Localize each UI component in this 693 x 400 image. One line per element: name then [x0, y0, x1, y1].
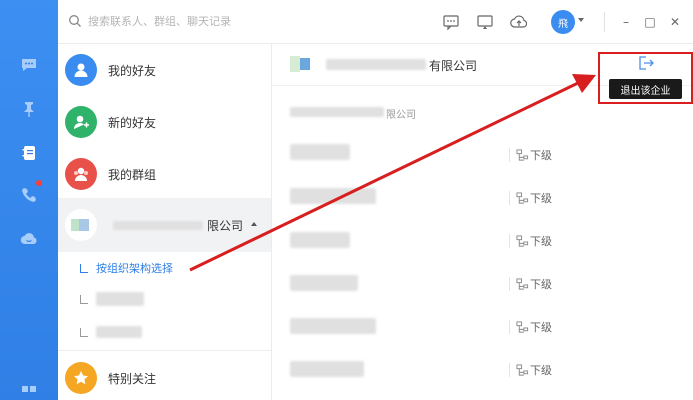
org-browse-label: 按组织架构选择: [96, 262, 173, 275]
add-person-icon: [65, 106, 97, 138]
grid-icon[interactable]: [20, 384, 38, 400]
sublevel-label: 下级: [530, 321, 552, 334]
left-rail: [0, 0, 58, 400]
member-row[interactable]: [290, 361, 364, 377]
divider: [509, 277, 510, 291]
sublevel-button[interactable]: 下级: [509, 147, 552, 163]
org-sub-item[interactable]: [80, 292, 144, 306]
phone-icon[interactable]: [20, 186, 38, 204]
org-tree-icon: [516, 148, 529, 161]
contacts-item-label: 新的好友: [108, 115, 157, 130]
org-logo: [65, 209, 97, 241]
search-icon: [69, 15, 81, 27]
search-box[interactable]: [64, 8, 264, 34]
org-tree-icon: [516, 320, 529, 333]
star-icon: [65, 362, 97, 394]
divider: [509, 148, 510, 162]
org-tree-icon: [516, 363, 529, 376]
contacts-panel: 我的好友 新的好友 我的群组 限公司 按组织架构选择 特别关注: [58, 44, 272, 400]
contacts-item-label: 我的好友: [108, 63, 157, 78]
redacted-text: [113, 220, 203, 230]
member-row[interactable]: [290, 232, 350, 248]
close-button[interactable]: ✕: [665, 12, 685, 32]
maximize-button[interactable]: □: [640, 12, 660, 32]
notification-dot: [36, 180, 42, 186]
department-label: 限公司: [386, 110, 416, 121]
sublevel-button[interactable]: 下级: [509, 233, 552, 249]
tree-branch-icon: [80, 263, 88, 273]
title-bar: 飛 – □ ✕: [58, 0, 693, 44]
search-input[interactable]: [88, 14, 264, 28]
contacts-item-my-groups[interactable]: 我的群组: [58, 148, 271, 200]
contacts-item-special-follow[interactable]: 特别关注: [58, 352, 271, 400]
member-row[interactable]: [290, 144, 350, 160]
divider: [509, 234, 510, 248]
contacts-item-label: 特别关注: [108, 371, 157, 386]
divider: [509, 363, 510, 377]
sublevel-button[interactable]: 下级: [509, 319, 552, 335]
tree-branch-icon: [80, 327, 88, 337]
sublevel-button[interactable]: 下级: [509, 276, 552, 292]
screen-share-icon[interactable]: [476, 13, 494, 31]
message-icon[interactable]: [442, 13, 460, 31]
org-sub-item[interactable]: [80, 326, 142, 338]
org-tree-icon: [516, 191, 529, 204]
avatar-text: 飛: [558, 18, 568, 30]
sublevel-button[interactable]: 下级: [509, 362, 552, 378]
redacted-text: [96, 292, 144, 306]
redacted-text: [290, 107, 384, 117]
org-tree-icon: [516, 234, 529, 247]
member-row[interactable]: [290, 275, 358, 291]
org-browse-link[interactable]: 按组织架构选择: [80, 260, 173, 276]
contacts-item-new-friends[interactable]: 新的好友: [58, 96, 271, 148]
sublevel-label: 下级: [530, 149, 552, 162]
divider: [58, 350, 271, 351]
org-detail-panel: 有限公司 退出该企业 限公司 下级 下级 下级 下级 下级 下级: [272, 44, 693, 400]
contacts-item-my-friends[interactable]: 我的好友: [58, 44, 271, 96]
pin-icon[interactable]: [20, 100, 38, 118]
sublevel-label: 下级: [530, 235, 552, 248]
address-book-icon[interactable]: [20, 144, 38, 162]
company-logo: [290, 56, 312, 72]
sublevel-button[interactable]: 下级: [509, 190, 552, 206]
redacted-text: [96, 326, 142, 338]
divider: [509, 320, 510, 334]
cloud-upload-icon[interactable]: [510, 13, 528, 31]
member-row[interactable]: [290, 318, 376, 334]
cloud-icon[interactable]: [20, 230, 38, 248]
company-title: 有限公司: [429, 59, 478, 73]
person-icon: [65, 54, 97, 86]
org-name: 限公司: [207, 219, 244, 233]
exit-tooltip: 退出该企业: [609, 79, 682, 99]
member-row[interactable]: [290, 188, 376, 204]
divider: [509, 191, 510, 205]
divider: [604, 12, 605, 32]
user-avatar[interactable]: 飛: [551, 10, 575, 34]
sublevel-label: 下级: [530, 278, 552, 291]
chevron-up-icon[interactable]: [251, 222, 257, 226]
sublevel-label: 下级: [530, 192, 552, 205]
sublevel-label: 下级: [530, 364, 552, 377]
group-icon: [65, 158, 97, 190]
minimize-button[interactable]: –: [616, 12, 636, 32]
chat-bubble-icon[interactable]: [20, 56, 38, 74]
org-tree-icon: [516, 277, 529, 290]
contacts-item-label: 我的群组: [108, 167, 157, 182]
redacted-text: [326, 59, 426, 70]
chevron-down-icon[interactable]: [578, 18, 584, 22]
tree-branch-icon: [80, 294, 88, 304]
